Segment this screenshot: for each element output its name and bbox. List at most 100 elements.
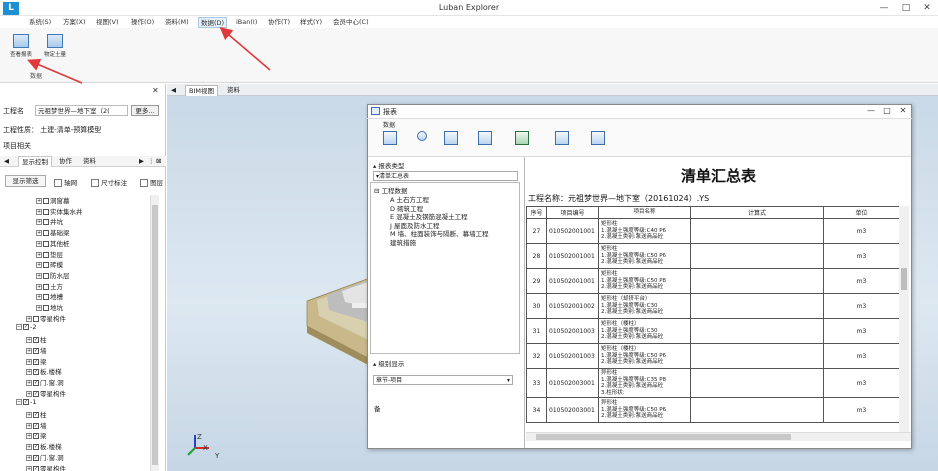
- bar-chart-icon[interactable]: [379, 131, 401, 153]
- expand-icon[interactable]: +: [26, 369, 32, 376]
- report-maximize-button[interactable]: □: [882, 106, 892, 115]
- menu-resource[interactable]: 资料(M): [165, 17, 189, 28]
- expand-icon[interactable]: +: [36, 198, 42, 204]
- report-horizontal-scrollbar[interactable]: [526, 432, 911, 441]
- tree-item[interactable]: + ✓ 墙: [26, 345, 47, 355]
- report-hscroll-thumb[interactable]: [536, 434, 791, 440]
- dimension-checkbox[interactable]: 尺寸标注: [91, 177, 127, 187]
- tree-item[interactable]: + 垫层: [36, 249, 63, 259]
- tree-item-checkbox[interactable]: [43, 198, 49, 204]
- tree-item-checkbox[interactable]: ✓: [23, 399, 29, 406]
- tree-item-checkbox[interactable]: [43, 208, 49, 215]
- tree-item-checkbox[interactable]: ✓: [33, 412, 39, 418]
- tree-item[interactable]: + ✓ 门.窗.洞: [26, 452, 64, 462]
- tree-item[interactable]: + 洞窗墓: [36, 195, 70, 205]
- tree-item[interactable]: + ✓ 零星构件: [26, 463, 66, 471]
- tree-item[interactable]: − ✓ -2: [16, 323, 36, 331]
- more-button[interactable]: 更多...: [131, 105, 159, 116]
- tree-item-checkbox[interactable]: [43, 219, 49, 226]
- tree-item[interactable]: + 地槽: [36, 291, 63, 301]
- tree-item[interactable]: + ✓ 梁: [26, 430, 47, 440]
- expand-icon[interactable]: +: [26, 337, 32, 344]
- collapse-icon[interactable]: −: [16, 324, 22, 331]
- expand-icon[interactable]: +: [26, 454, 32, 461]
- tree-item-checkbox[interactable]: [43, 272, 49, 279]
- project-data-tree[interactable]: ⊟ 工程数据 A 土石方工程 D 砌筑工程 E 混凝土及钢筋混凝土工程 J 屋面及防水工…: [370, 182, 520, 354]
- tree-item-checkbox[interactable]: ✓: [33, 422, 39, 429]
- collapse-icon[interactable]: −: [16, 399, 22, 406]
- expand-icon[interactable]: +: [36, 294, 42, 301]
- project-select[interactable]: 元祖梦世界—地下室（2(: [35, 105, 128, 116]
- expand-icon[interactable]: +: [36, 283, 42, 290]
- menu-plan[interactable]: 方案(X): [63, 17, 86, 28]
- expand-icon[interactable]: +: [26, 358, 32, 365]
- left-tree-scroll-thumb[interactable]: [152, 205, 158, 465]
- display-filter-button[interactable]: 显示筛选: [5, 175, 46, 187]
- expand-icon[interactable]: +: [26, 412, 32, 418]
- expand-icon[interactable]: +: [26, 347, 32, 354]
- report-vertical-scrollbar[interactable]: [899, 206, 909, 432]
- menu-operation[interactable]: 操作(O): [131, 17, 154, 28]
- settings-report-icon[interactable]: [587, 131, 609, 153]
- document-list-icon[interactable]: [440, 131, 462, 153]
- tree-item-checkbox[interactable]: ✓: [33, 358, 39, 365]
- expand-icon[interactable]: +: [36, 305, 42, 311]
- report-close-button[interactable]: ✕: [898, 106, 908, 115]
- tab-nav-prev[interactable]: ◀: [1, 156, 12, 167]
- tree-item[interactable]: + ✓ 墙: [26, 420, 47, 430]
- layer-checkbox-box[interactable]: [140, 179, 148, 187]
- tree-item-checkbox[interactable]: ✓: [33, 347, 39, 354]
- expand-icon[interactable]: +: [26, 465, 32, 471]
- tree-item-checkbox[interactable]: [43, 294, 49, 301]
- tab-bim-view[interactable]: BIM视图: [185, 85, 218, 96]
- tree-item-checkbox[interactable]: [43, 305, 49, 311]
- tab-resource[interactable]: 资料: [80, 156, 99, 167]
- excel-icon[interactable]: [511, 131, 533, 153]
- expand-icon[interactable]: +: [26, 422, 32, 429]
- expand-icon[interactable]: +: [26, 433, 32, 440]
- tree-item[interactable]: + ✓ 门.窗.洞: [26, 377, 64, 387]
- tree-item[interactable]: + 土方: [36, 281, 63, 291]
- left-tree-scrollbar[interactable]: [150, 195, 159, 471]
- expand-icon[interactable]: +: [36, 230, 42, 237]
- tree-item-checkbox[interactable]: ✓: [33, 390, 39, 397]
- tree-item[interactable]: + ✓ 梁: [26, 356, 47, 366]
- tree-item-checkbox[interactable]: [43, 262, 49, 269]
- grid-checkbox-box[interactable]: [54, 179, 62, 187]
- tree-item-checkbox[interactable]: ✓: [23, 324, 29, 331]
- tree-item-checkbox[interactable]: ✓: [33, 454, 39, 461]
- tree-item[interactable]: + 实体集水井: [36, 206, 83, 216]
- tab-display-control[interactable]: 显示控制: [18, 156, 52, 167]
- expand-icon[interactable]: +: [36, 240, 42, 247]
- menu-system[interactable]: 系统(S): [29, 17, 51, 28]
- panel-close-icon[interactable]: ✕: [152, 86, 159, 95]
- expand-icon[interactable]: +: [26, 390, 32, 397]
- tree-item-checkbox[interactable]: ✓: [33, 379, 39, 386]
- tree-item[interactable]: + 井坑: [36, 216, 63, 226]
- expand-icon[interactable]: +: [36, 208, 42, 215]
- report-minimize-button[interactable]: —: [866, 106, 876, 115]
- tree-item-checkbox[interactable]: [43, 251, 49, 258]
- tree-item[interactable]: + 防水层: [36, 270, 70, 280]
- expand-icon[interactable]: +: [36, 262, 42, 269]
- expand-icon[interactable]: +: [36, 251, 42, 258]
- tree-item[interactable]: + ✓ 板.楼梯: [26, 366, 62, 376]
- menu-collab[interactable]: 协作(T): [268, 17, 290, 28]
- tree-item[interactable]: + ✓ 柱: [26, 409, 47, 419]
- tree-item-checkbox[interactable]: [43, 230, 49, 237]
- layer-checkbox[interactable]: 图层: [140, 177, 163, 187]
- dimension-checkbox-box[interactable]: [91, 179, 99, 187]
- component-tree[interactable]: + 洞窗墓 + 实体集水井 + 井坑 + 基础梁 + 其他桩 + 垫层 + 砖模 + 防水层 + 土方 + 地槽 + 地坑…: [0, 195, 150, 471]
- minimize-button[interactable]: —: [877, 2, 891, 14]
- maximize-button[interactable]: □: [899, 2, 913, 14]
- menu-member[interactable]: 会员中心(C): [333, 17, 369, 28]
- tree-item[interactable]: + 其他桩: [36, 238, 70, 248]
- quantity-button[interactable]: 物定土量: [38, 32, 72, 64]
- doc-tab-nav[interactable]: ◀: [168, 85, 179, 96]
- expand-icon[interactable]: +: [26, 379, 32, 386]
- tab-resource-doc[interactable]: 资料: [224, 85, 243, 96]
- tab-collab[interactable]: 协作: [56, 156, 75, 167]
- pdf-icon[interactable]: [551, 131, 573, 153]
- project-tree-item[interactable]: 建筑措施: [390, 237, 416, 247]
- report-type-select[interactable]: ▾清单汇总表: [373, 171, 518, 181]
